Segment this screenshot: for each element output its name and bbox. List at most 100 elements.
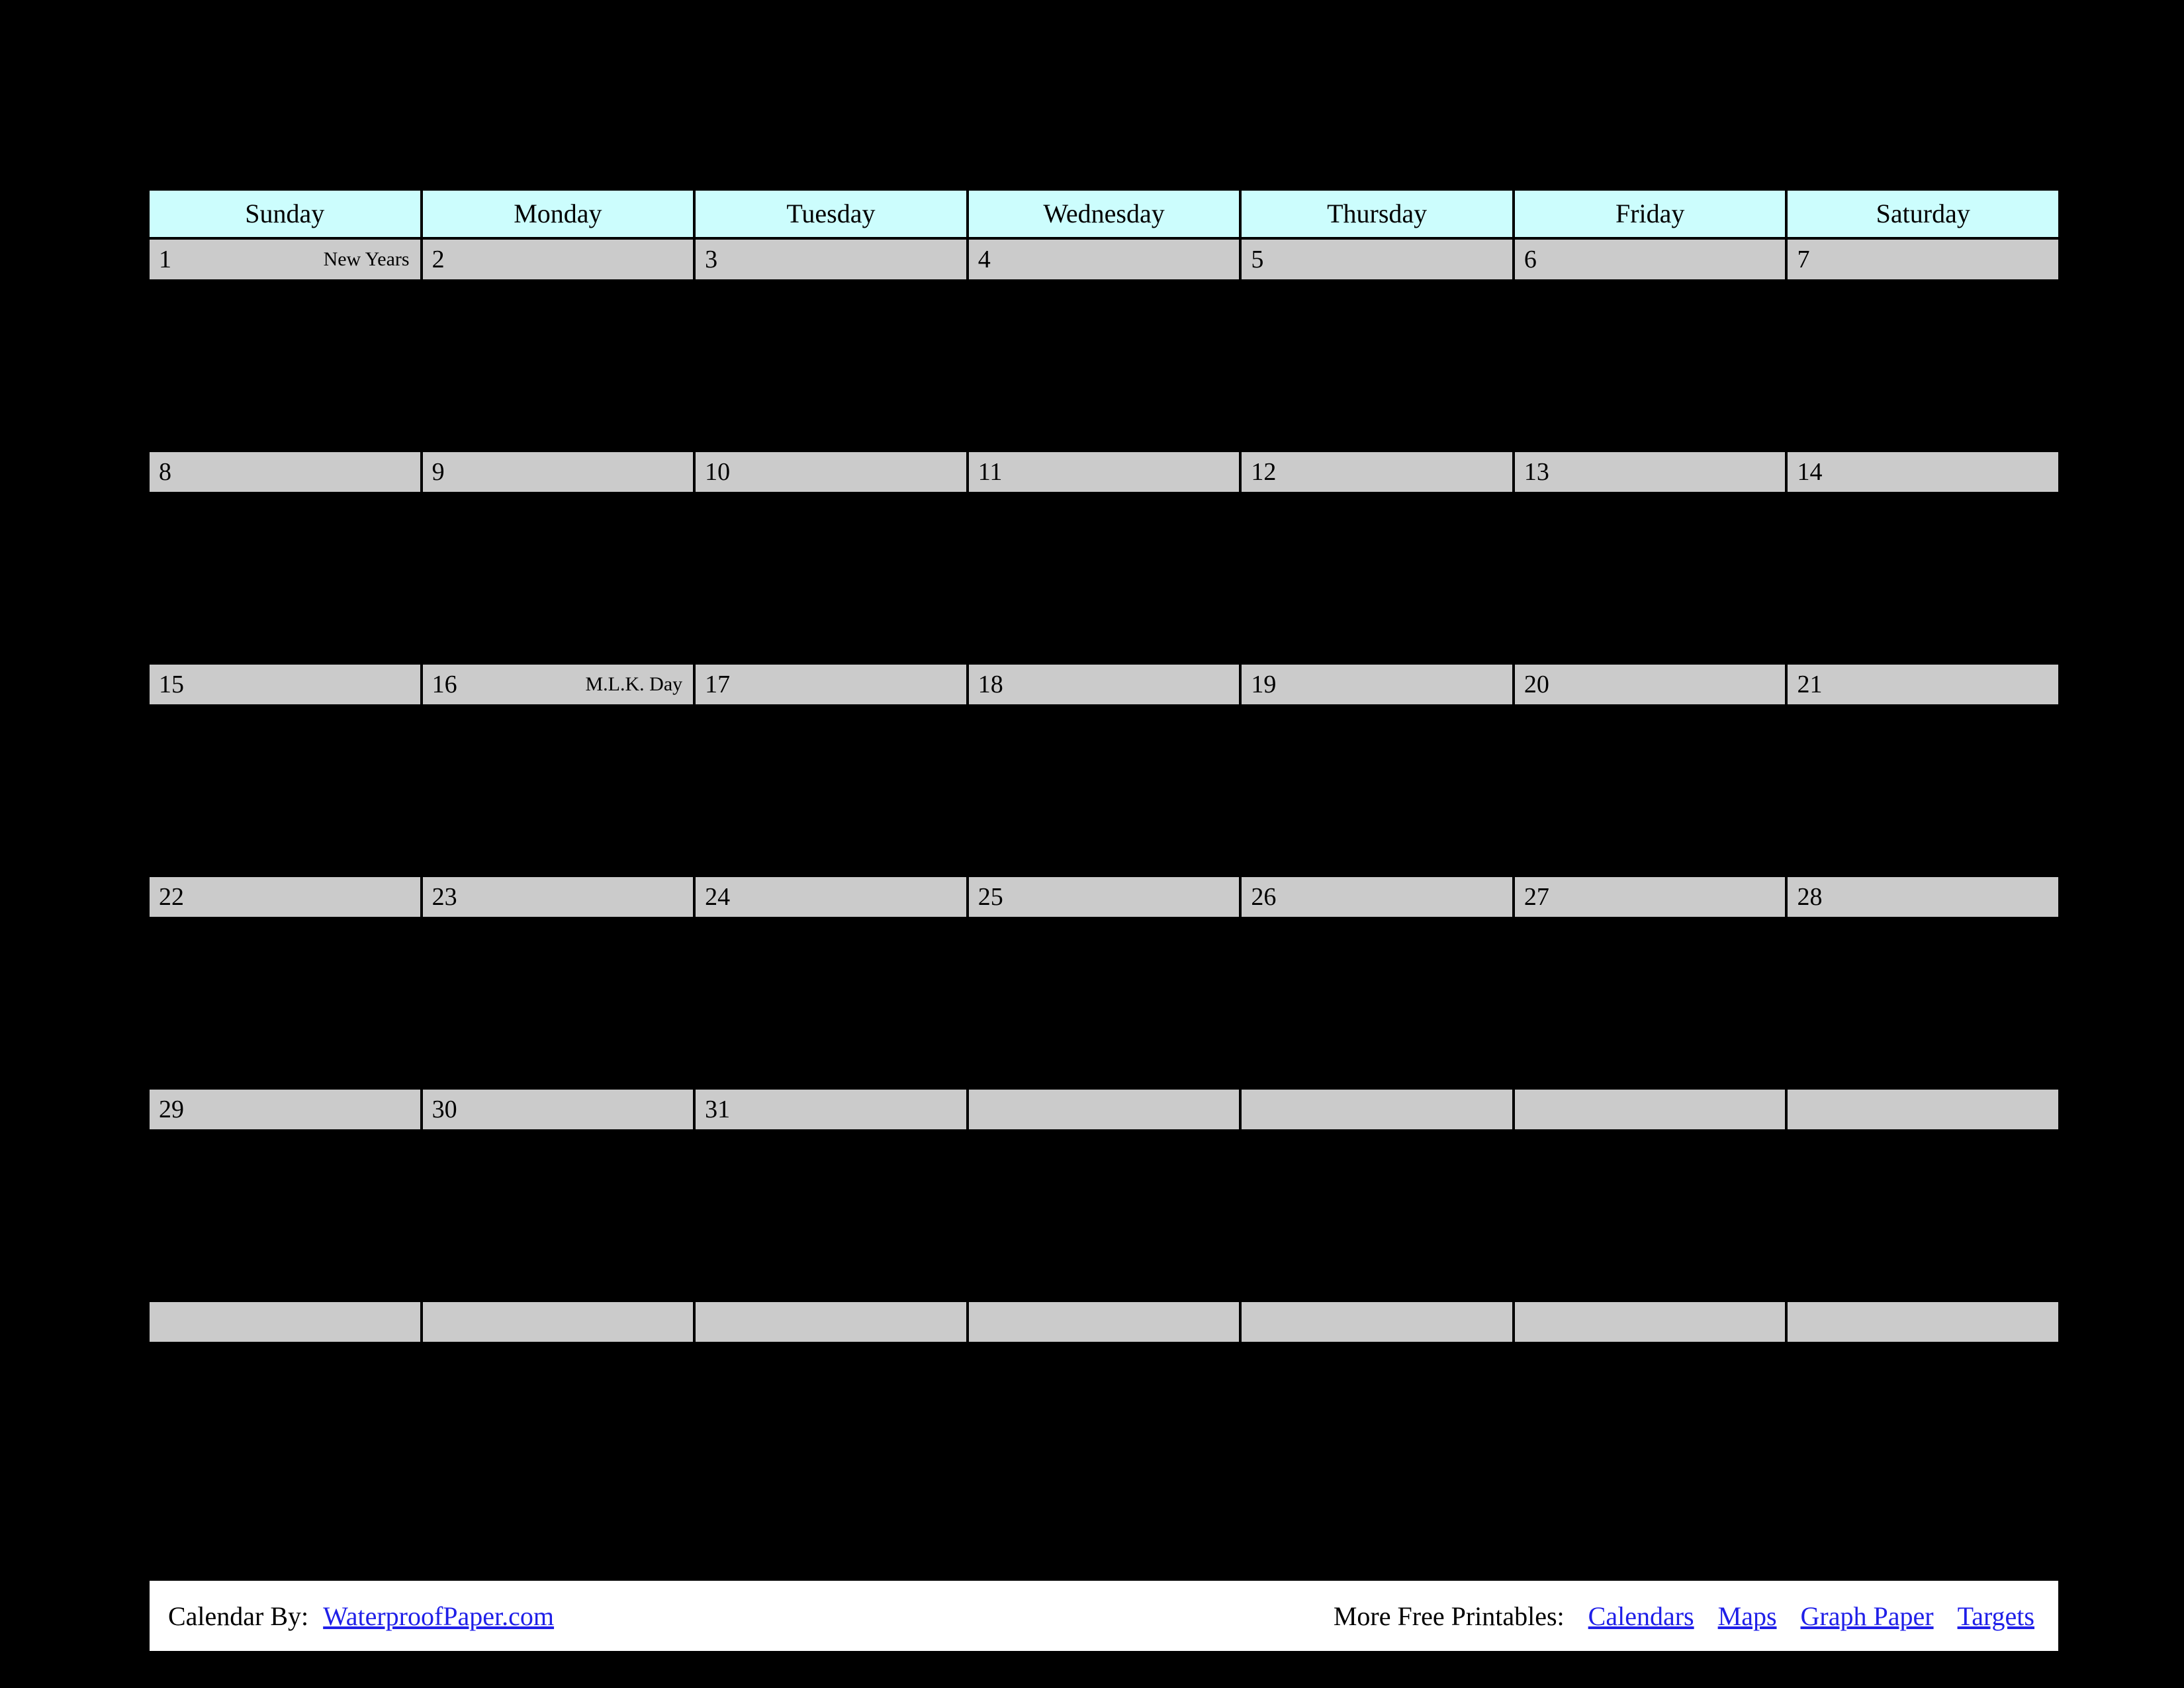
- footer-credit-link[interactable]: WaterproofPaper.com: [323, 1601, 554, 1632]
- calendar-grid: Sunday Monday Tuesday Wednesday Thursday Frid…: [150, 191, 2059, 1512]
- calendar-day-cell[interactable]: 1 New Years: [150, 240, 423, 279]
- calendar-day-cell[interactable]: 12: [1242, 452, 1515, 492]
- day-number: 1: [159, 246, 171, 273]
- calendar-day-cell[interactable]: [968, 1302, 1242, 1342]
- day-number: 19: [1251, 671, 1277, 698]
- calendar-day-cell[interactable]: 4: [968, 240, 1242, 279]
- day-number: 26: [1251, 883, 1277, 911]
- calendar-day-cell[interactable]: 16 M.L.K. Day: [422, 665, 696, 704]
- footer-printables: More Free Printables: Calendars Maps Graph…: [1334, 1601, 2034, 1632]
- calendar-week-row: [150, 1302, 2059, 1342]
- calendar-week-writing-area[interactable]: [150, 1342, 2058, 1512]
- day-number: 8: [159, 458, 171, 486]
- footer-printables-label: More Free Printables:: [1333, 1601, 1565, 1631]
- calendar-day-cell[interactable]: [150, 1302, 423, 1342]
- calendar-day-cell[interactable]: [1514, 1302, 1788, 1342]
- footer-bar: Calendar By: WaterproofPaper.com More Fr…: [150, 1581, 2058, 1651]
- day-number: 28: [1797, 883, 1823, 911]
- calendar-day-cell[interactable]: 27: [1514, 877, 1788, 917]
- day-number: 13: [1524, 458, 1549, 486]
- day-number: 16: [432, 671, 457, 698]
- calendar-day-cell[interactable]: [696, 1302, 969, 1342]
- calendar-day-cell[interactable]: 13: [1514, 452, 1788, 492]
- day-number: 20: [1524, 671, 1549, 698]
- calendar-week-row: 29 30 31: [150, 1090, 2059, 1129]
- day-of-week-header-row: Sunday Monday Tuesday Wednesday Thursday Frid…: [150, 191, 2059, 237]
- day-number: 23: [432, 883, 457, 911]
- calendar-day-cell[interactable]: 20: [1514, 665, 1788, 704]
- calendar-day-cell[interactable]: [1242, 1302, 1515, 1342]
- calendar-day-cell[interactable]: [1788, 1302, 2059, 1342]
- calendar-day-cell[interactable]: 15: [150, 665, 423, 704]
- footer-credit: Calendar By: WaterproofPaper.com: [168, 1601, 554, 1632]
- calendar-day-cell[interactable]: 11: [968, 452, 1242, 492]
- day-number: 10: [705, 458, 731, 486]
- calendar-day-cell[interactable]: 23: [422, 877, 696, 917]
- day-of-week-header: Monday: [422, 191, 696, 237]
- calendar-week-row: 15 16 M.L.K. Day 17 18 19 20 21: [150, 665, 2059, 704]
- calendar-day-cell[interactable]: 7: [1788, 240, 2059, 279]
- calendar-day-cell[interactable]: 29: [150, 1090, 423, 1129]
- calendar-day-cell[interactable]: 24: [696, 877, 969, 917]
- calendar-day-cell[interactable]: 2: [422, 240, 696, 279]
- day-number: 5: [1251, 246, 1264, 273]
- day-number: 30: [432, 1096, 457, 1123]
- calendar-day-cell[interactable]: 28: [1788, 877, 2059, 917]
- calendar-day-cell[interactable]: 26: [1242, 877, 1515, 917]
- day-number: 15: [159, 671, 184, 698]
- day-number: 4: [978, 246, 991, 273]
- calendar-week-writing-area[interactable]: [150, 492, 2058, 662]
- calendar-day-cell[interactable]: 31: [696, 1090, 969, 1129]
- calendar-day-cell[interactable]: 21: [1788, 665, 2059, 704]
- day-of-week-header: Friday: [1514, 191, 1788, 237]
- footer-printables-links: Calendars Maps Graph Paper Targets: [1565, 1601, 2034, 1632]
- calendar-day-cell[interactable]: 22: [150, 877, 423, 917]
- calendar-day-cell[interactable]: [422, 1302, 696, 1342]
- footer-printables-link[interactable]: Calendars: [1588, 1601, 1694, 1631]
- footer-credit-label: Calendar By:: [168, 1601, 309, 1631]
- calendar-week-writing-area[interactable]: [150, 1129, 2058, 1299]
- day-number: 29: [159, 1096, 184, 1123]
- day-number: 7: [1797, 246, 1810, 273]
- calendar-day-cell[interactable]: 5: [1242, 240, 1515, 279]
- calendar-day-cell[interactable]: 30: [422, 1090, 696, 1129]
- day-number: 14: [1797, 458, 1823, 486]
- day-number: 21: [1797, 671, 1823, 698]
- calendar-day-cell[interactable]: 17: [696, 665, 969, 704]
- calendar-day-cell[interactable]: [968, 1090, 1242, 1129]
- calendar-day-cell[interactable]: [1242, 1090, 1515, 1129]
- calendar-day-cell[interactable]: 9: [422, 452, 696, 492]
- calendar-week-writing-area[interactable]: [150, 704, 2058, 874]
- calendar-day-cell[interactable]: [1514, 1090, 1788, 1129]
- calendar-day-cell[interactable]: 25: [968, 877, 1242, 917]
- day-number: 6: [1524, 246, 1537, 273]
- calendar-week-writing-area[interactable]: [150, 917, 2058, 1087]
- calendar-day-cell[interactable]: 3: [696, 240, 969, 279]
- calendar-day-cell[interactable]: 19: [1242, 665, 1515, 704]
- day-number: 3: [705, 246, 718, 273]
- day-number: 24: [705, 883, 731, 911]
- footer-printables-link[interactable]: Graph Paper: [1801, 1601, 1934, 1631]
- day-number: 18: [978, 671, 1003, 698]
- calendar-day-cell[interactable]: 10: [696, 452, 969, 492]
- calendar-day-cell[interactable]: 6: [1514, 240, 1788, 279]
- day-number: 2: [432, 246, 445, 273]
- day-event-label: M.L.K. Day: [585, 673, 683, 695]
- calendar-day-cell[interactable]: 14: [1788, 452, 2059, 492]
- day-number: 12: [1251, 458, 1277, 486]
- day-number: 11: [978, 458, 1003, 486]
- day-of-week-header: Sunday: [150, 191, 423, 237]
- footer-printables-link[interactable]: Maps: [1718, 1601, 1777, 1631]
- calendar-week-writing-area[interactable]: [150, 279, 2058, 449]
- calendar-day-cell[interactable]: [1788, 1090, 2059, 1129]
- day-number: 27: [1524, 883, 1549, 911]
- calendar-day-cell[interactable]: 18: [968, 665, 1242, 704]
- calendar-weeks: 1 New Years 2 3 4 5 6 7 8 9 10 11 12 13 14 15 16 M.L.K. D…: [150, 240, 2059, 1512]
- day-of-week-header: Thursday: [1242, 191, 1515, 237]
- day-event-label: New Years: [323, 248, 410, 270]
- day-of-week-header: Saturday: [1788, 191, 2059, 237]
- calendar-day-cell[interactable]: 8: [150, 452, 423, 492]
- footer-printables-link[interactable]: Targets: [1958, 1601, 2034, 1631]
- day-of-week-header: Wednesday: [968, 191, 1242, 237]
- day-number: 17: [705, 671, 731, 698]
